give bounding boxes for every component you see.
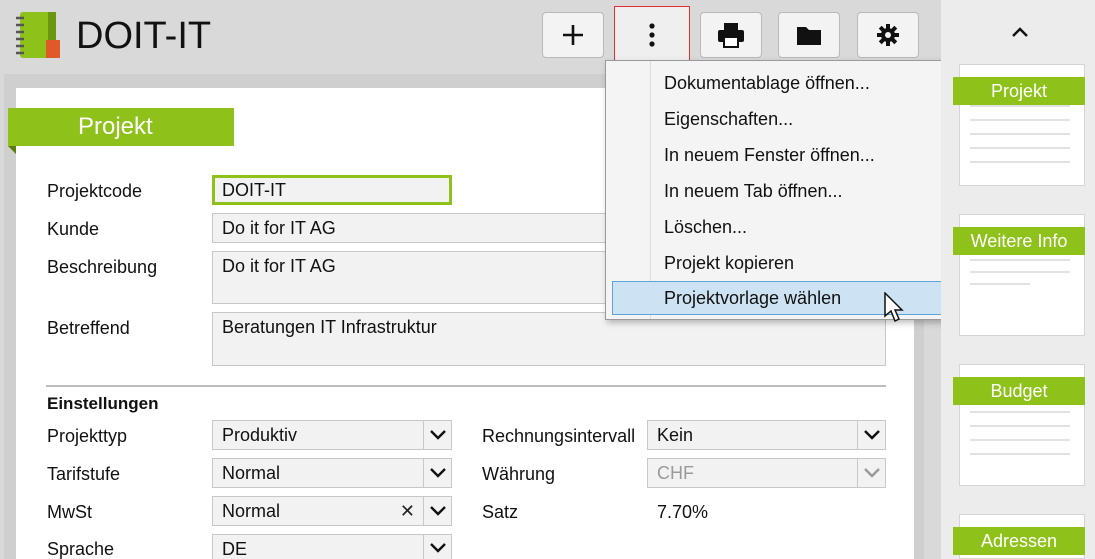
menu-item-loeschen[interactable]: Löschen... <box>612 210 946 244</box>
menu-item-eigenschaften[interactable]: Eigenschaften... <box>612 102 946 136</box>
sidebar: Projekt Weitere Info Budget Adressen <box>941 0 1095 559</box>
menu-item-projekt-kopieren[interactable]: Projekt kopieren <box>612 246 946 280</box>
thumbnail-label-projekt: Projekt <box>953 77 1085 105</box>
thumbnail-label-adressen: Adressen <box>953 527 1085 555</box>
rechnungsintervall-select[interactable]: Kein <box>647 420 886 450</box>
mouse-cursor-icon <box>884 292 904 323</box>
app-logo <box>16 12 60 58</box>
app-title: DOIT-IT <box>76 15 212 57</box>
waehrung-select: CHF <box>647 458 886 488</box>
mwst-value: Normal <box>222 501 281 521</box>
menu-item-neues-fenster[interactable]: In neuem Fenster öffnen... <box>612 138 946 172</box>
menu-item-dokumentablage[interactable]: Dokumentablage öffnen... <box>612 66 946 100</box>
chevron-down-icon[interactable] <box>423 421 451 449</box>
beschreibung-input[interactable]: Do it for IT AG <box>212 251 612 304</box>
sprache-label: Sprache <box>47 539 115 559</box>
plus-icon <box>563 25 583 45</box>
chevron-down-icon[interactable] <box>423 497 451 525</box>
rechnungsintervall-value: Kein <box>657 425 694 445</box>
einstellungen-heading: Einstellungen <box>47 394 159 413</box>
tarifstufe-select[interactable]: Normal <box>212 458 452 488</box>
chevron-down-icon[interactable] <box>857 421 885 449</box>
projektcode-input[interactable]: DOIT-IT <box>212 175 452 205</box>
printer-icon <box>718 23 744 48</box>
sprache-select[interactable]: DE <box>212 534 452 559</box>
satz-label: Satz <box>482 502 519 522</box>
settings-button[interactable] <box>857 12 919 58</box>
thumbnail-label-weitere-info: Weitere Info <box>953 227 1085 255</box>
more-options-button[interactable] <box>614 6 690 64</box>
section-tab-projekt: Projekt <box>8 108 234 154</box>
chevron-up-icon[interactable] <box>1012 27 1028 37</box>
beschreibung-label: Beschreibung <box>47 257 158 277</box>
folder-icon <box>797 27 821 45</box>
menu-item-neuer-tab[interactable]: In neuem Tab öffnen... <box>612 174 946 208</box>
betreffend-input[interactable]: Beratungen IT Infrastruktur <box>212 312 886 366</box>
folder-button[interactable] <box>778 12 840 58</box>
chevron-down-icon[interactable] <box>423 535 451 559</box>
projekttyp-select[interactable]: Produktiv <box>212 420 452 450</box>
projekttyp-label: Projekttyp <box>47 426 128 446</box>
betreffend-label: Betreffend <box>47 318 130 338</box>
section-divider <box>46 385 886 387</box>
waehrung-value: CHF <box>657 463 694 483</box>
chevron-down-icon[interactable] <box>423 459 451 487</box>
satz-value: 7.70% <box>657 502 709 522</box>
projekttyp-value: Produktiv <box>222 425 298 445</box>
clear-icon[interactable]: ✕ <box>400 501 415 522</box>
more-vertical-icon <box>649 23 655 47</box>
print-button[interactable] <box>700 12 762 58</box>
sprache-value: DE <box>222 539 248 559</box>
projektcode-label: Projektcode <box>47 181 143 201</box>
tarifstufe-label: Tarifstufe <box>47 464 121 484</box>
mwst-label: MwSt <box>47 502 92 522</box>
chevron-down-icon <box>857 459 885 487</box>
mwst-select[interactable]: Normal ✕ <box>212 496 452 526</box>
add-button[interactable] <box>542 12 604 58</box>
rechnungsintervall-label: Rechnungsintervall <box>482 426 636 446</box>
thumbnail-label-budget: Budget <box>953 377 1085 405</box>
gear-icon <box>877 24 899 46</box>
kunde-input[interactable]: Do it for IT AG <box>212 213 612 243</box>
tarifstufe-value: Normal <box>222 463 281 483</box>
more-options-menu: Dokumentablage öffnen... Eigenschaften..… <box>605 60 951 320</box>
waehrung-label: Währung <box>482 464 556 484</box>
kunde-label: Kunde <box>47 219 100 239</box>
